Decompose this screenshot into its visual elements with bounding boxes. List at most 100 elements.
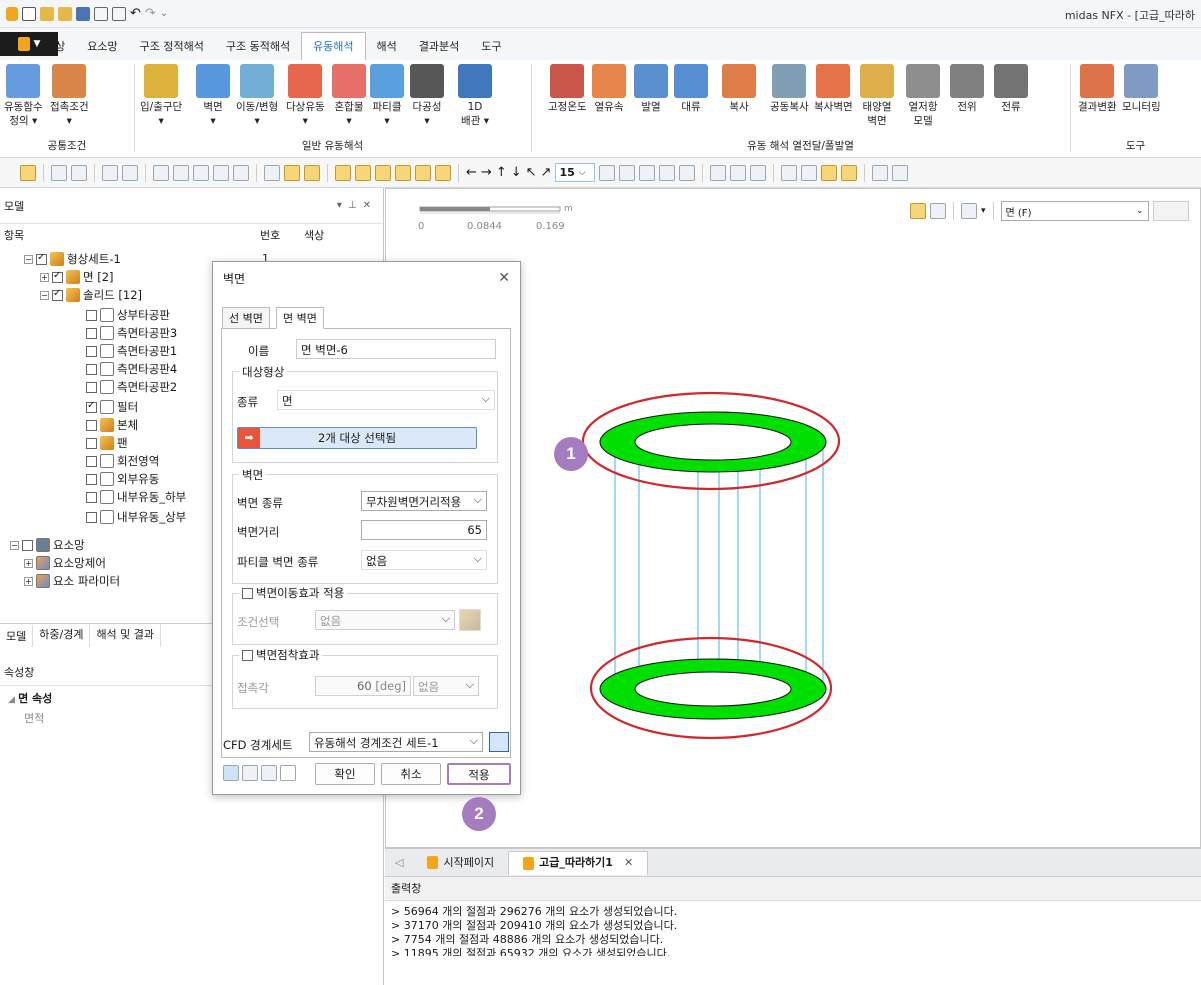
tab-model[interactable]: 모델 [0, 624, 34, 647]
tab-start-page[interactable]: 시작페이지 [413, 851, 508, 875]
ribbon-button-22[interactable]: 모니터링 [1122, 64, 1161, 114]
moving-checkbox[interactable] [242, 587, 253, 599]
adhesion-checkbox[interactable] [242, 649, 253, 661]
ribbon-button-11[interactable]: 열유속 [592, 64, 626, 114]
recent-icon[interactable] [58, 6, 72, 21]
rotate-icon[interactable] [193, 164, 209, 181]
import-icon[interactable] [94, 6, 108, 21]
pin-icon[interactable]: ⊥ [348, 200, 363, 211]
visibility-checkbox[interactable] [86, 309, 97, 321]
condition-edit-icon[interactable] [459, 609, 481, 631]
search-icon[interactable] [280, 765, 296, 781]
arrow-ne-icon[interactable]: ↗ [541, 165, 552, 180]
tab-face-wall[interactable]: 면 벽면 [276, 307, 324, 329]
tab-loads[interactable]: 하중/경계 [33, 624, 91, 647]
menu-results[interactable]: 결과분석 [408, 34, 470, 60]
rotate-view-icon[interactable] [213, 164, 229, 181]
menu-tools[interactable]: 도구 [470, 34, 512, 60]
toggle-icon[interactable] [750, 164, 767, 181]
contact-angle-input[interactable]: 60 [deg] [315, 676, 411, 696]
visibility-checkbox[interactable] [86, 437, 97, 449]
arrow-up-icon[interactable]: ↑ [496, 165, 507, 180]
cfd-set-select[interactable]: 유동해석 경계조건 세트-1 [309, 732, 483, 752]
tree-item[interactable]: − 요소망 [10, 536, 85, 554]
moving-check-row[interactable]: 벽면이동효과 적용 [239, 585, 348, 601]
apply-button[interactable]: 적용 [447, 763, 511, 785]
axis2-icon[interactable] [304, 164, 320, 181]
visibility-checkbox[interactable] [86, 400, 97, 413]
selection-filter-select[interactable]: 면 (F) ⌄ [1000, 201, 1149, 221]
adhesion-check-row[interactable]: 벽면점착효과 [239, 647, 323, 663]
ribbon-button-0[interactable]: 유동함수 정의 ▾ [4, 64, 43, 128]
visibility-checkbox[interactable] [86, 345, 97, 357]
select-face-icon[interactable] [910, 203, 926, 219]
visibility-checkbox[interactable] [86, 381, 97, 393]
lock-icon[interactable] [51, 164, 67, 181]
collapse-icon[interactable]: ◢ [8, 695, 18, 705]
arrow-nw-icon[interactable]: ↖ [526, 165, 537, 180]
tree-item[interactable]: 측면타공판2 [86, 378, 177, 396]
tab-current-doc[interactable]: 고급_따라하기1 ✕ [508, 850, 649, 875]
show-icon[interactable] [679, 164, 696, 181]
visibility-checkbox[interactable] [86, 511, 97, 523]
tree-item[interactable]: 측면타공판3 [86, 324, 177, 342]
menu-static[interactable]: 구조 정적해석 [129, 34, 215, 60]
tree-item[interactable]: 측면타공판4 [86, 360, 177, 378]
ribbon-button-8[interactable]: 다공성 ▾ [410, 64, 444, 128]
cfd-set-edit-icon[interactable] [489, 732, 509, 752]
wall-distance-input[interactable]: 65 [361, 520, 487, 540]
visibility-checkbox[interactable] [86, 327, 97, 339]
mesh-grid-icon[interactable] [781, 164, 798, 181]
zoom-window-icon[interactable] [122, 164, 138, 181]
ribbon-button-9[interactable]: 1D 배관 ▾ [458, 64, 492, 128]
ribbon-button-15[interactable]: 공동복사 [770, 64, 809, 114]
visibility-checkbox[interactable] [36, 252, 47, 265]
open-folder-icon[interactable] [40, 6, 54, 21]
expander-icon[interactable]: + [24, 558, 33, 568]
axis-icon[interactable] [284, 164, 300, 181]
top-face-ring[interactable] [599, 411, 827, 473]
ribbon-button-7[interactable]: 파티클 ▾ [370, 64, 404, 128]
visibility-checkbox[interactable] [22, 539, 33, 551]
zoom-fit-icon[interactable] [153, 164, 169, 181]
tree-item[interactable]: 외부유동 [86, 470, 159, 488]
table-view-icon[interactable] [223, 765, 239, 781]
pick-icon[interactable] [930, 203, 946, 219]
visibility-checkbox[interactable] [86, 363, 97, 375]
menu-dynamic[interactable]: 구조 동적해석 [215, 34, 301, 60]
tree-item[interactable]: 내부유동_하부 [86, 488, 186, 506]
camera-icon[interactable] [710, 164, 727, 181]
step-angle-select[interactable]: 15 ⌵ [555, 163, 596, 182]
view-right-icon[interactable] [415, 164, 431, 181]
viewport-extra-box[interactable] [1152, 201, 1189, 221]
shading-icon[interactable] [619, 164, 636, 181]
ribbon-button-4[interactable]: 이동/변형 ▾ [236, 64, 278, 128]
tree-item[interactable]: + 면 [2] [40, 268, 114, 286]
tree-item[interactable]: 필터 [86, 398, 138, 416]
tree-item[interactable]: 회전영역 [86, 452, 159, 470]
arrow-left-icon[interactable]: ← [466, 165, 477, 180]
close-tab-icon[interactable]: ✕ [624, 851, 633, 875]
condition-select[interactable]: 없음 [315, 610, 455, 630]
close-icon[interactable]: ✕ [363, 200, 377, 211]
cancel-button[interactable]: 취소 [381, 763, 441, 785]
ribbon-button-21[interactable]: 결과변환 [1078, 64, 1117, 114]
probe-icon[interactable] [892, 164, 909, 181]
wall-type-select[interactable]: 무차원벽면거리적용 [361, 491, 487, 511]
customize-icon[interactable]: ⌄ [160, 8, 168, 19]
expander-icon[interactable]: + [24, 576, 33, 586]
tab-analysis[interactable]: 해석 및 결과 [90, 624, 162, 647]
ribbon-button-18[interactable]: 열저항 모델 [906, 64, 940, 128]
zoom-all-icon[interactable] [173, 164, 189, 181]
unlock-icon[interactable] [71, 164, 87, 181]
ribbon-button-19[interactable]: 전위 [950, 64, 984, 114]
visibility-checkbox[interactable] [86, 455, 97, 467]
ribbon-button-14[interactable]: 복사 [722, 64, 756, 114]
type-select[interactable]: 면 [277, 390, 495, 410]
contact-angle-option[interactable]: 없음 [413, 676, 479, 696]
measure-icon[interactable] [872, 164, 889, 181]
tree-item[interactable]: + 요소 파라미터 [24, 572, 120, 590]
ribbon-button-20[interactable]: 전류 [994, 64, 1028, 114]
panel-menu-icon[interactable]: ▾ [337, 200, 348, 211]
close-icon[interactable]: ✕ [498, 270, 510, 286]
